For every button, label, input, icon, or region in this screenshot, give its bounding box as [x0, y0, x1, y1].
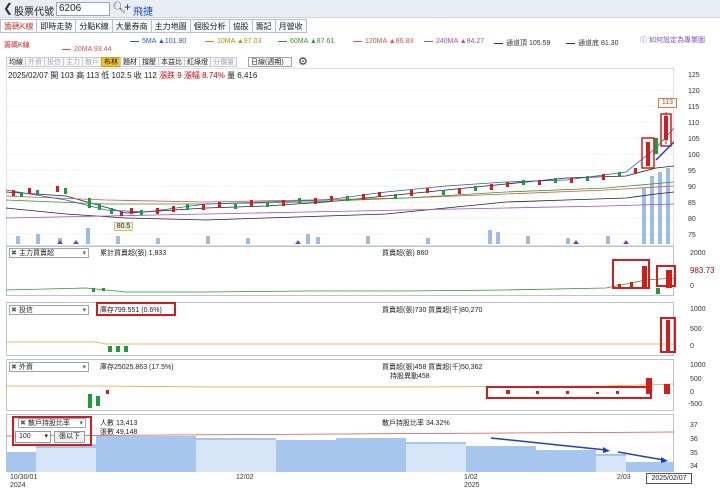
stock-name: 飛捷: [133, 7, 153, 18]
tool-main[interactable]: 主力: [63, 57, 83, 67]
tab-7[interactable]: 籌記: [251, 19, 276, 33]
tab-chip-k[interactable]: 籌碼K線: [0, 19, 38, 33]
pane1-chart: [6, 266, 674, 294]
price-chart[interactable]: [6, 68, 674, 246]
pane1-legend-net: 買賣超(張) 860: [382, 250, 429, 257]
tool-retail[interactable]: 散戶: [82, 57, 102, 67]
pane3-highlight: [486, 386, 652, 399]
pane4-axis-36: 36: [690, 436, 698, 443]
tool-trust[interactable]: 投信: [44, 57, 64, 67]
pane2-highlight-legend: [96, 302, 176, 316]
indicator-toolbar: 均線 外資 投信 主力 散戶 布林 題材 撐壓 本益比 紅綠燈 分價量: [6, 57, 237, 67]
current-date-tag: 2025/02/07: [646, 473, 692, 484]
ma10-legend: 10MA ▲97.03: [205, 38, 261, 45]
ma20-legend: 20MA 93.44: [62, 46, 111, 53]
pane2-highlight-bar: [660, 317, 676, 353]
lower-band-legend: 通道底 81.30: [566, 38, 618, 48]
add-icon[interactable]: +: [124, 0, 131, 14]
pane2-legend-net: 買賣超(張)730 買賣超(千)80,270: [382, 307, 483, 314]
low-price-tag: 80.5: [114, 222, 133, 231]
chart-label: 籌碼K線: [4, 42, 30, 49]
gear-icon[interactable]: ⚙: [298, 55, 308, 68]
pane4-chart: [6, 431, 674, 472]
tool-price-volume[interactable]: 分價量: [210, 57, 237, 67]
tool-pe[interactable]: 本益比: [158, 57, 185, 67]
pane1-legend-accum: 累計買賣超(張) 1,833: [100, 250, 167, 257]
ma-legend: 籌碼K線 5MA ▲101.90 10MA ▲97.03 60MA ▲87.61…: [0, 35, 720, 55]
high-price-tag: 113: [658, 98, 677, 108]
pane4-highlight: [12, 416, 92, 446]
year-label-3: 2025: [464, 482, 480, 489]
current-value-tag: 983.73: [690, 266, 715, 275]
date-label-4: 2/03: [617, 474, 631, 481]
date-label-2: 12/02: [236, 474, 254, 481]
ma120-legend: 120MA ▲86.83: [353, 38, 413, 45]
tab-monthly-revenue[interactable]: 月營收: [274, 19, 307, 33]
pane1-select[interactable]: ✖ 主力買賣超 ▾: [9, 248, 89, 258]
pane2-axis-500: 500: [690, 326, 702, 333]
pane3-axis-neg500: -500: [688, 401, 703, 408]
pane1-highlight-2: [656, 265, 676, 287]
tool-foreign[interactable]: 外資: [25, 57, 45, 67]
ma5-legend: 5MA ▲101.90: [130, 38, 186, 45]
tab-big-broker[interactable]: 大量券商: [111, 19, 152, 33]
period-select[interactable]: 日線(週期): [248, 57, 292, 67]
pane1-axis-0: 0: [690, 283, 694, 290]
stock-code-input[interactable]: 6206: [56, 2, 110, 16]
date-label-3: 1/02: [464, 474, 478, 481]
pane2-chart: [6, 320, 674, 352]
pane4-axis-35: 35: [690, 450, 698, 457]
pane1-highlight: [612, 259, 650, 289]
tool-support[interactable]: 撐壓: [139, 57, 159, 67]
pane2-axis-1000: 1000: [690, 306, 706, 313]
pane4-legend-ratio: 散戶持股比率 34.32%: [382, 420, 450, 427]
pane3-select[interactable]: ✖ 外資 ▾: [9, 362, 89, 372]
pane2-select[interactable]: ✖ 投信 ▾: [9, 305, 89, 315]
pane4-axis-34: 34: [690, 463, 698, 470]
tool-ma[interactable]: 均線: [6, 57, 26, 67]
pane3-axis-500: 500: [690, 376, 702, 383]
upper-band-legend: 通道頂 105.59: [494, 38, 550, 48]
date-label-1: 10/30/01: [10, 474, 38, 481]
price-axis: 125 120 115 110 105 100 95 90 85 80 75: [688, 72, 700, 239]
back-icon[interactable]: ❮: [3, 1, 13, 15]
tab-main-map[interactable]: 主力地圖: [150, 19, 191, 33]
pane3-axis-1000: 1000: [690, 362, 706, 369]
tab-6[interactable]: 協股: [228, 19, 253, 33]
tab-branch-k[interactable]: 分點K線: [75, 19, 113, 33]
pane3-axis-0: 0: [690, 389, 694, 396]
tab-stock-analysis[interactable]: 個股分析: [189, 19, 230, 33]
year-label-1: 2024: [10, 482, 26, 489]
ma240-legend: 240MA ▲84.27: [424, 38, 484, 45]
ma60-legend: 60MA ▲87.61: [278, 38, 334, 45]
tool-theme[interactable]: 題材: [120, 57, 140, 67]
stock-code-label: 股票代號: [14, 7, 54, 18]
pane1-axis-2000: 2000: [690, 250, 706, 257]
tool-bollinger[interactable]: 布林: [101, 57, 121, 67]
pane4-axis-37: 37: [690, 422, 698, 429]
pro-chart-link[interactable]: ⓘ 如何設定為專業圖: [640, 35, 705, 45]
tool-traffic[interactable]: 紅綠燈: [184, 57, 211, 67]
pane3-legend-holding: 庫存25025.863 (17.5%): [100, 364, 174, 371]
pane2-axis-0: 0: [690, 343, 694, 350]
tab-bar: 籌碼K線 即時走勢 分點K線 大量券商 主力地圖 個股分析 協股 籌記 月營收: [0, 19, 307, 33]
tab-realtime[interactable]: 即時走勢: [36, 19, 77, 33]
